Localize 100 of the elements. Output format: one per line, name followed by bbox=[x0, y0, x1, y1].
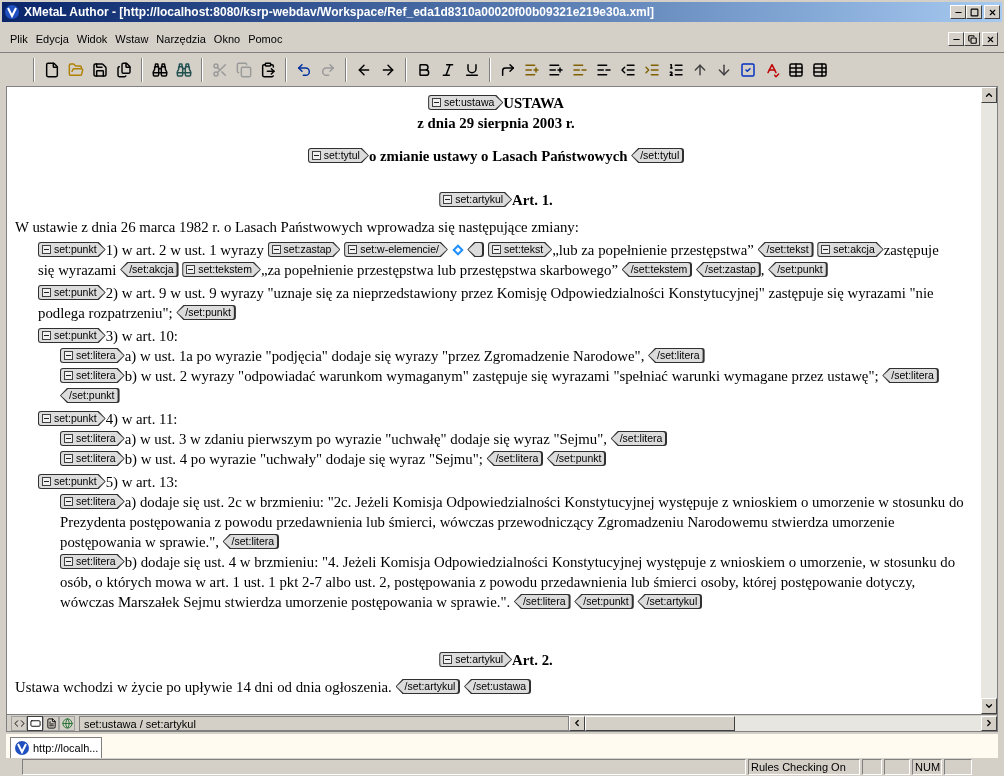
tag-label: set:w-elemencie/ bbox=[360, 244, 439, 255]
tag-label: set:punkt bbox=[54, 476, 97, 487]
collapse-icon[interactable] bbox=[311, 151, 321, 160]
tag-label: set:litera bbox=[76, 453, 116, 464]
menu-item[interactable]: Narzędzia bbox=[152, 30, 210, 48]
body-text: się wyrazami bbox=[38, 262, 117, 278]
body-text: Ustawa wchodzi w życie po upływie 14 dni od dnia ogłoszenia. bbox=[15, 679, 392, 695]
close-icon bbox=[987, 7, 997, 17]
menu-item[interactable]: Plik bbox=[6, 30, 32, 48]
tag-label: /set:artykul bbox=[646, 596, 698, 607]
tag-label: /set:punkt bbox=[777, 264, 823, 275]
element-path: set:ustawa / set:artykul bbox=[79, 715, 569, 731]
heading-text: o zmianie ustawy o Lasach Państwowych bbox=[368, 148, 628, 164]
collapse-icon[interactable] bbox=[64, 557, 73, 566]
menu-item[interactable]: Okno bbox=[209, 30, 245, 48]
heading-text: z dnia 29 sierpnia 2003 r. bbox=[417, 115, 575, 131]
tag-label: set:tekstem bbox=[198, 264, 252, 275]
tag-label: set:tekst bbox=[504, 244, 544, 255]
collapse-icon[interactable] bbox=[492, 245, 501, 254]
collapse-icon[interactable] bbox=[64, 497, 73, 506]
tag-label: set:tytul bbox=[323, 150, 360, 161]
body-text: osób, o których mowa w art. 1 ust. 1 pkt 2-7 albo ust. 2, postępowania z powodu przedawnienia lub śmierci osoby, której postępowanie dotyczy, bbox=[60, 574, 916, 590]
tag-label: set:litera bbox=[76, 350, 116, 361]
tag-label: /set:punkt bbox=[583, 596, 629, 607]
heading-text: Art. 2. bbox=[512, 652, 553, 668]
minimize-button[interactable] bbox=[950, 5, 966, 19]
tag-label: /set:punkt bbox=[185, 307, 231, 318]
status-pane bbox=[884, 759, 910, 775]
collapse-icon[interactable] bbox=[42, 288, 51, 297]
body-text: postępowania w sprawie.", bbox=[60, 534, 219, 550]
status-text: NUM bbox=[912, 759, 942, 775]
collapse-icon[interactable] bbox=[42, 414, 51, 423]
scroll-left-icon[interactable] bbox=[572, 718, 582, 728]
status-text: Rules Checking On bbox=[748, 759, 860, 775]
body-text: 3) w art. 10: bbox=[105, 328, 178, 344]
status-pane bbox=[944, 759, 972, 775]
tag-label: set:litera bbox=[76, 370, 116, 381]
app-icon bbox=[4, 4, 20, 20]
tag-label: /set:litera bbox=[891, 370, 934, 381]
menu-item[interactable]: Widok bbox=[72, 30, 112, 48]
scroll-right-icon[interactable] bbox=[984, 718, 994, 728]
collapse-icon[interactable] bbox=[186, 265, 196, 274]
tag-label: set:punkt bbox=[54, 413, 97, 424]
tag-label: /set:punkt bbox=[555, 453, 602, 464]
tab-label: http://localh... bbox=[33, 740, 99, 756]
restore-icon bbox=[967, 34, 977, 44]
collapse-icon[interactable] bbox=[271, 245, 281, 254]
close-button[interactable] bbox=[982, 32, 998, 46]
tag-label: set:punkt bbox=[54, 330, 97, 341]
menu-item[interactable]: Wstaw bbox=[111, 30, 153, 48]
body-text: zastępuje bbox=[883, 242, 939, 258]
body-text: b) w ust. 4 po wyrazie "uchwały" dodaje się wyraz "Sejmu"; bbox=[124, 451, 483, 467]
body-text: a) w ust. 3 w zdaniu pierwszym po wyrazie "uchwałę" dodaje się wyraz "Sejmu", bbox=[124, 431, 607, 447]
scroll-down-icon[interactable] bbox=[984, 701, 994, 711]
tag-label: set:litera bbox=[76, 496, 116, 507]
scroll-up-icon[interactable] bbox=[984, 90, 994, 100]
app-icon bbox=[14, 740, 30, 756]
tag-label: set:litera bbox=[76, 556, 116, 567]
tag-label: set:punkt bbox=[54, 287, 97, 298]
menu-item[interactable]: Edycja bbox=[31, 30, 73, 48]
collapse-icon[interactable] bbox=[64, 434, 73, 443]
close-icon bbox=[985, 34, 995, 44]
vertical-scrollbar[interactable] bbox=[981, 87, 997, 714]
body-text: Prezydenta postępowania z powodu przedawnienia lub śmierci, wówczas przewodniczący Zgromadzeniu Narodowemu stwierdza umorzenie bbox=[60, 514, 895, 530]
collapse-icon[interactable] bbox=[64, 371, 73, 380]
document-tab[interactable]: http://localh... bbox=[10, 737, 103, 758]
page-view-icon[interactable] bbox=[43, 715, 59, 731]
collapse-icon[interactable] bbox=[42, 477, 51, 486]
collapse-icon[interactable] bbox=[348, 245, 358, 254]
tags-view-icon[interactable] bbox=[11, 715, 27, 731]
body-text: a) dodaje się ust. 2c w brzmieniu: "2c. Jeżeli Komisja Odpowiedzialności Konstytucyjnej występuje z wnioskiem o umorzenie w stosunku do bbox=[124, 494, 964, 510]
body-text: „za popełnienie przestępstwa lub przestępstwa skarbowego” bbox=[260, 262, 618, 278]
globe-icon[interactable] bbox=[59, 715, 75, 731]
tag-label: /set:tytul bbox=[640, 150, 680, 161]
menu-item[interactable]: Pomoc bbox=[244, 30, 287, 48]
close-button[interactable] bbox=[984, 5, 1000, 19]
collapse-icon[interactable] bbox=[443, 195, 453, 204]
collapse-icon[interactable] bbox=[64, 351, 73, 360]
tag-label: /set:artykul bbox=[404, 681, 456, 692]
maximize-button[interactable] bbox=[966, 5, 982, 19]
collapse-icon[interactable] bbox=[42, 245, 51, 254]
collapse-icon[interactable] bbox=[443, 655, 453, 664]
status-pane bbox=[862, 759, 882, 775]
tag-label: /set:litera bbox=[657, 350, 700, 361]
body-text: „lub za popełnienie przestępstwa” bbox=[552, 242, 754, 258]
collapse-icon[interactable] bbox=[42, 331, 51, 340]
restore-button[interactable] bbox=[964, 32, 980, 46]
body-text: 1) w art. 2 w ust. 1 wyrazy bbox=[105, 242, 264, 258]
minimize-button[interactable] bbox=[948, 32, 964, 46]
tag-label: set:akcja bbox=[833, 244, 875, 255]
collapse-icon[interactable] bbox=[64, 454, 73, 463]
collapse-icon[interactable] bbox=[432, 98, 442, 107]
body-text: 4) w art. 11: bbox=[105, 411, 178, 427]
body-text: , bbox=[760, 262, 765, 278]
collapse-icon[interactable] bbox=[821, 245, 831, 254]
normal-view-icon[interactable] bbox=[27, 715, 43, 731]
horizontal-scrollbar[interactable] bbox=[569, 715, 997, 731]
tag-label: set:ustawa bbox=[444, 97, 495, 108]
body-text: b) w ust. 2 wyrazy "odpowiadać warunkom wymaganym" zastępuje się wyrazami "spełniać warunki wymagane przez ustawę"; bbox=[124, 368, 879, 384]
tag-label: set:zastap bbox=[283, 244, 332, 255]
